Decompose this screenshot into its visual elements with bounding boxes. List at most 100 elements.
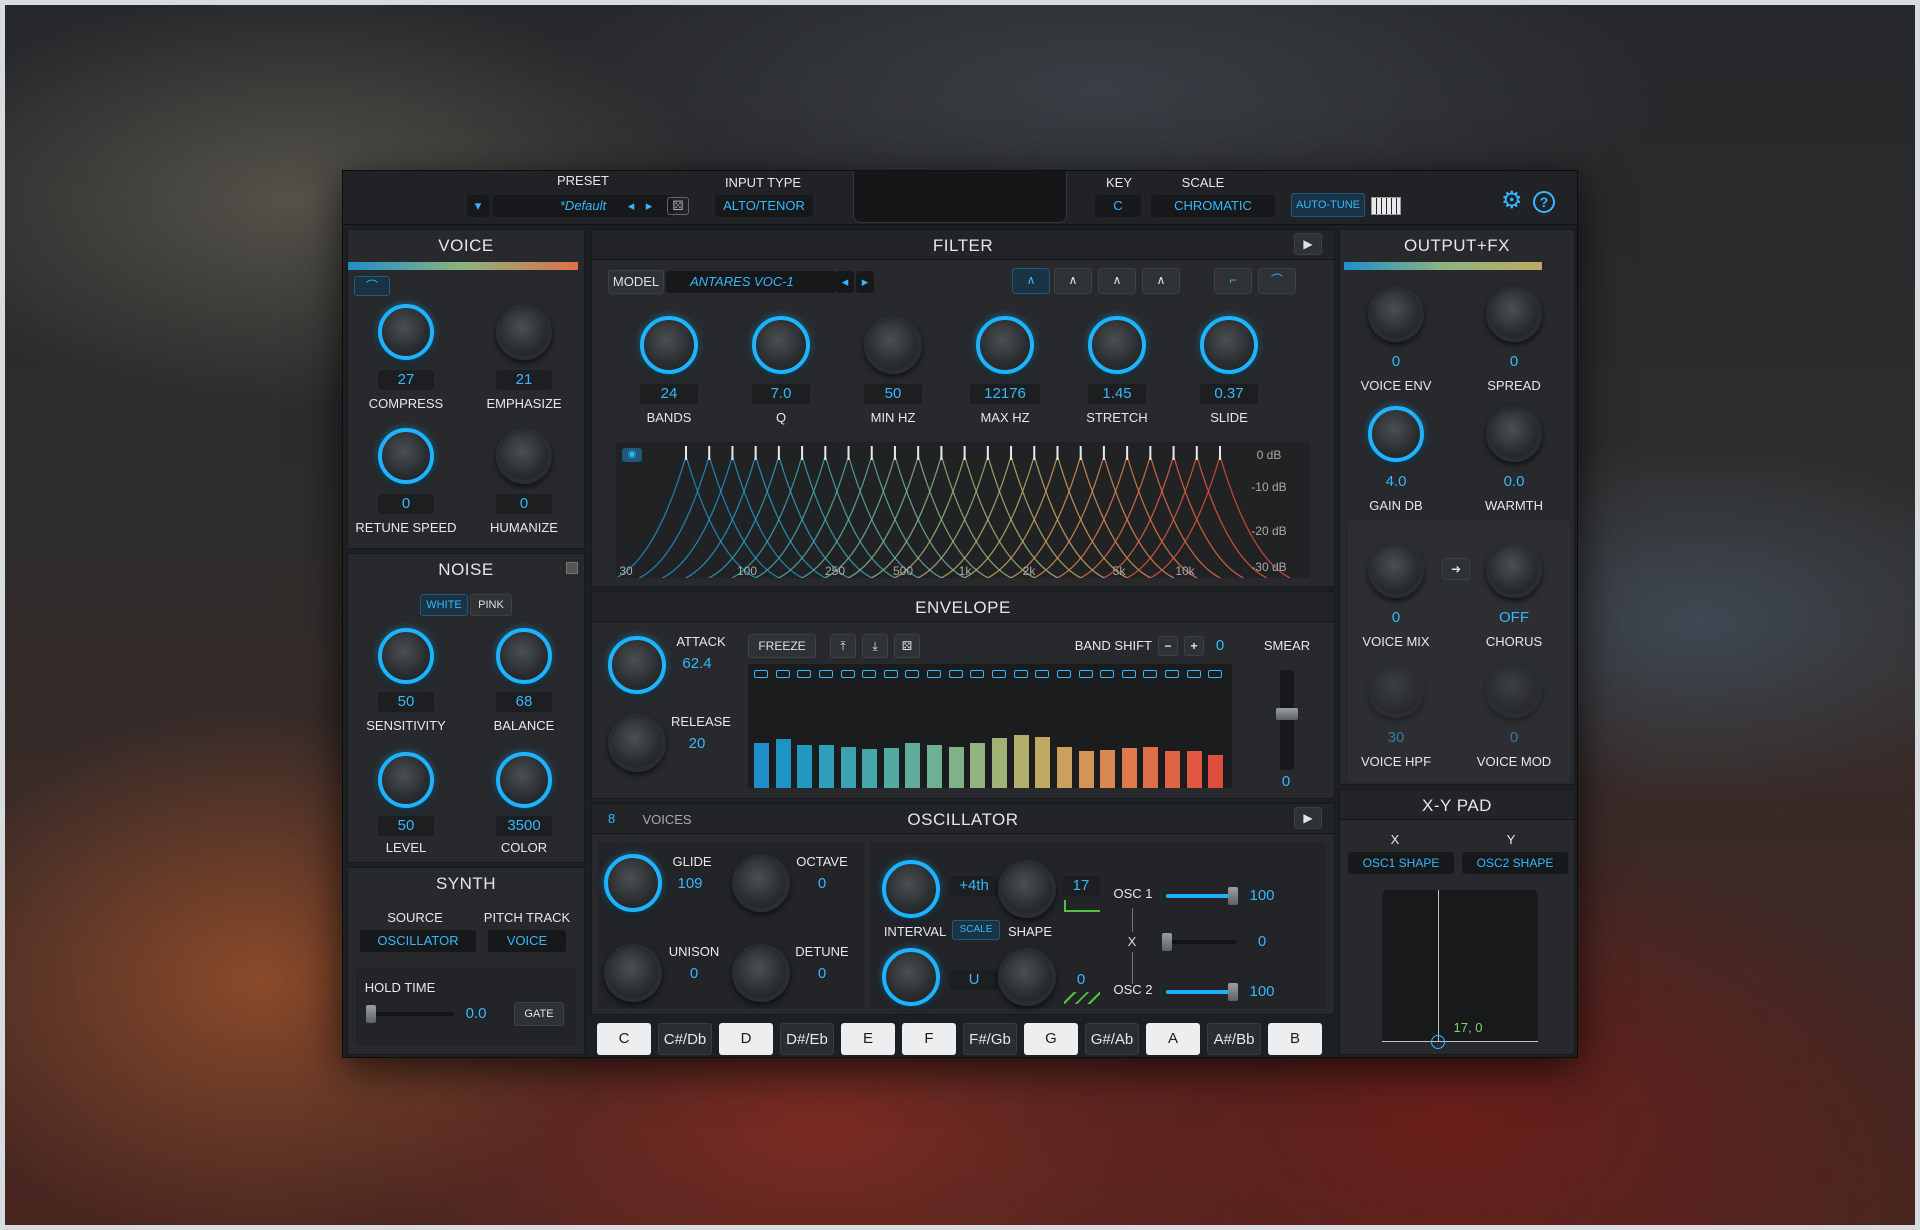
detune-knob[interactable] (732, 944, 790, 1002)
shape2-value[interactable]: 0 (1062, 970, 1100, 990)
glide-value[interactable]: 109 (666, 874, 714, 894)
slide-knob[interactable] (1200, 316, 1258, 374)
color-knob[interactable] (496, 752, 552, 808)
q-knob[interactable] (752, 316, 810, 374)
preset-next-button[interactable]: ▸ (641, 195, 657, 217)
key-e[interactable]: E (841, 1023, 895, 1055)
attack-value[interactable]: 62.4 (670, 654, 724, 674)
slide-value[interactable]: 0.37 (1200, 384, 1258, 404)
filter-shape-4-button[interactable]: ∧ (1142, 268, 1180, 294)
bands-knob[interactable] (640, 316, 698, 374)
min-hz-value[interactable]: 50 (864, 384, 922, 404)
band-freeze-marker[interactable] (1013, 670, 1028, 678)
band-freeze-marker[interactable] (992, 670, 1006, 678)
key-c[interactable]: C (597, 1023, 651, 1055)
upload-icon[interactable]: ⤒ (830, 634, 856, 658)
band-freeze-marker[interactable] (1143, 670, 1158, 678)
q-value[interactable]: 7.0 (752, 384, 810, 404)
detune-value[interactable]: 0 (802, 964, 842, 984)
dice-icon[interactable]: ⚄ (894, 634, 920, 658)
interval2-value[interactable]: U (950, 970, 998, 990)
filter-shape-3-button[interactable]: ∧ (1098, 268, 1136, 294)
model-prev-button[interactable]: ◂ (836, 271, 854, 293)
compress-value[interactable]: 27 (378, 370, 434, 390)
band-freeze-marker[interactable] (775, 670, 790, 678)
key-d[interactable]: D (719, 1023, 773, 1055)
gain-db-knob[interactable] (1368, 406, 1424, 462)
pitch-track-selector[interactable]: VOICE (488, 930, 566, 952)
key-a[interactable]: A (1146, 1023, 1200, 1055)
band-freeze-marker[interactable] (1056, 670, 1071, 678)
voices-selector[interactable]: 8 (598, 808, 636, 830)
x-mod-button[interactable]: X (1122, 932, 1142, 952)
osc1-thumb[interactable] (1228, 887, 1238, 905)
voice-curve-button[interactable]: ⌒ (354, 276, 390, 296)
emphasize-value[interactable]: 21 (496, 370, 552, 390)
noise-enable-toggle[interactable] (566, 562, 578, 574)
randomize-icon[interactable]: ⚄ (667, 197, 689, 215)
filter-response-display[interactable] (616, 442, 1310, 578)
band-freeze-marker[interactable] (1121, 670, 1136, 678)
osc1-value[interactable]: 100 (1242, 886, 1282, 906)
interval2-knob[interactable] (882, 948, 940, 1006)
band-freeze-marker[interactable] (883, 670, 898, 678)
octave-value[interactable]: 0 (802, 874, 842, 894)
emphasize-knob[interactable] (496, 304, 552, 360)
chorus-knob[interactable] (1486, 542, 1542, 598)
key-selector[interactable]: C (1095, 195, 1141, 217)
unison-knob[interactable] (604, 944, 662, 1002)
piano-icon[interactable] (1371, 197, 1401, 215)
voice-mix-value[interactable]: 0 (1368, 608, 1424, 628)
input-type-selector[interactable]: ALTO/TENOR (715, 195, 813, 217)
band-freeze-marker[interactable] (948, 670, 963, 678)
hold-time-slider[interactable] (370, 1012, 454, 1016)
scale-selector[interactable]: CHROMATIC (1151, 195, 1275, 217)
oscillator-expand-button[interactable]: ▶ (1294, 807, 1322, 829)
band-freeze-marker[interactable] (1186, 670, 1201, 678)
autotune-button[interactable]: AUTO-TUNE (1291, 193, 1365, 217)
key-f-sharp[interactable]: F#/Gb (963, 1023, 1017, 1055)
balance-value[interactable]: 68 (496, 692, 552, 712)
help-icon[interactable]: ? (1533, 191, 1555, 213)
smear-thumb[interactable] (1276, 708, 1298, 720)
key-c-sharp[interactable]: C#/Db (658, 1023, 712, 1055)
osc2-value[interactable]: 100 (1242, 982, 1282, 1002)
preset-menu-button[interactable]: ▾ (467, 195, 489, 217)
x-thumb[interactable] (1162, 933, 1172, 951)
shape2-knob[interactable] (998, 948, 1056, 1006)
preset-prev-button[interactable]: ◂ (623, 195, 639, 217)
key-b[interactable]: B (1268, 1023, 1322, 1055)
gate-button[interactable]: GATE (514, 1002, 564, 1026)
filter-shape-1-button[interactable]: ∧ (1012, 268, 1050, 294)
xy-y-selector[interactable]: OSC2 SHAPE (1462, 852, 1568, 874)
spread-knob[interactable] (1486, 286, 1542, 342)
band-freeze-marker[interactable] (840, 670, 855, 678)
key-g-sharp[interactable]: G#/Ab (1085, 1023, 1139, 1055)
shape1-knob[interactable] (998, 860, 1056, 918)
level-value[interactable]: 50 (378, 816, 434, 836)
voice-hpf-knob[interactable] (1368, 662, 1424, 718)
stretch-knob[interactable] (1088, 316, 1146, 374)
model-selector[interactable]: ANTARES VOC-1 (666, 271, 836, 293)
interval-value[interactable]: +4th (950, 876, 998, 896)
x-value[interactable]: 0 (1242, 932, 1282, 952)
key-g[interactable]: G (1024, 1023, 1078, 1055)
warmth-value[interactable]: 0.0 (1486, 472, 1542, 492)
voice-hpf-value[interactable]: 30 (1368, 728, 1424, 748)
level-knob[interactable] (378, 752, 434, 808)
chorus-route-button[interactable]: ➜ (1442, 558, 1470, 580)
spread-value[interactable]: 0 (1486, 352, 1542, 372)
filter-highshelf-button[interactable]: ⌒ (1258, 268, 1296, 294)
band-freeze-marker[interactable] (905, 670, 920, 678)
band-freeze-marker[interactable] (1100, 670, 1115, 678)
compress-knob[interactable] (378, 304, 434, 360)
balance-knob[interactable] (496, 628, 552, 684)
smear-slider[interactable] (1280, 670, 1294, 770)
band-freeze-marker[interactable] (754, 670, 768, 678)
osc2-thumb[interactable] (1228, 983, 1238, 1001)
attack-knob[interactable] (608, 636, 666, 694)
sensitivity-knob[interactable] (378, 628, 434, 684)
glide-knob[interactable] (604, 854, 662, 912)
voice-mod-value[interactable]: 0 (1486, 728, 1542, 748)
band-freeze-marker[interactable] (970, 670, 985, 678)
